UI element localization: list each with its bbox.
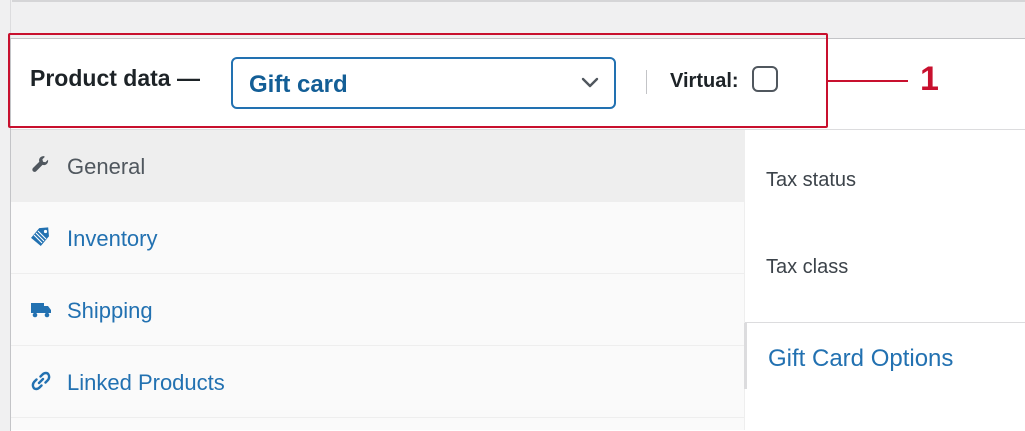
tab-inventory[interactable]: Inventory bbox=[11, 202, 744, 274]
tab-general[interactable]: General bbox=[11, 130, 744, 202]
section-divider bbox=[745, 322, 1025, 323]
tab-inventory-label: Inventory bbox=[67, 226, 158, 251]
gift-card-section-bar bbox=[744, 323, 747, 389]
product-data-tabs: General Inventory Shipping Linked Produc… bbox=[11, 130, 745, 430]
tab-shipping[interactable]: Shipping bbox=[11, 274, 744, 346]
annotation-number: 1 bbox=[920, 60, 939, 98]
gift-card-options-heading[interactable]: Gift Card Options bbox=[768, 345, 953, 373]
tab-linked-products[interactable]: Linked Products bbox=[11, 346, 744, 418]
tax-class-label: Tax class bbox=[766, 256, 849, 278]
tag-icon bbox=[31, 227, 49, 247]
tab-shipping-label: Shipping bbox=[67, 298, 153, 323]
tab-general-label: General bbox=[67, 154, 146, 179]
tax-status-label: Tax status bbox=[766, 169, 857, 191]
wrench-icon bbox=[32, 156, 49, 172]
annotation-line bbox=[828, 80, 908, 82]
link-icon bbox=[31, 371, 51, 391]
truck-icon bbox=[31, 303, 51, 318]
tab-linked-products-label: Linked Products bbox=[67, 370, 225, 395]
annotation-box bbox=[8, 33, 828, 128]
top-divider bbox=[12, 0, 1025, 2]
